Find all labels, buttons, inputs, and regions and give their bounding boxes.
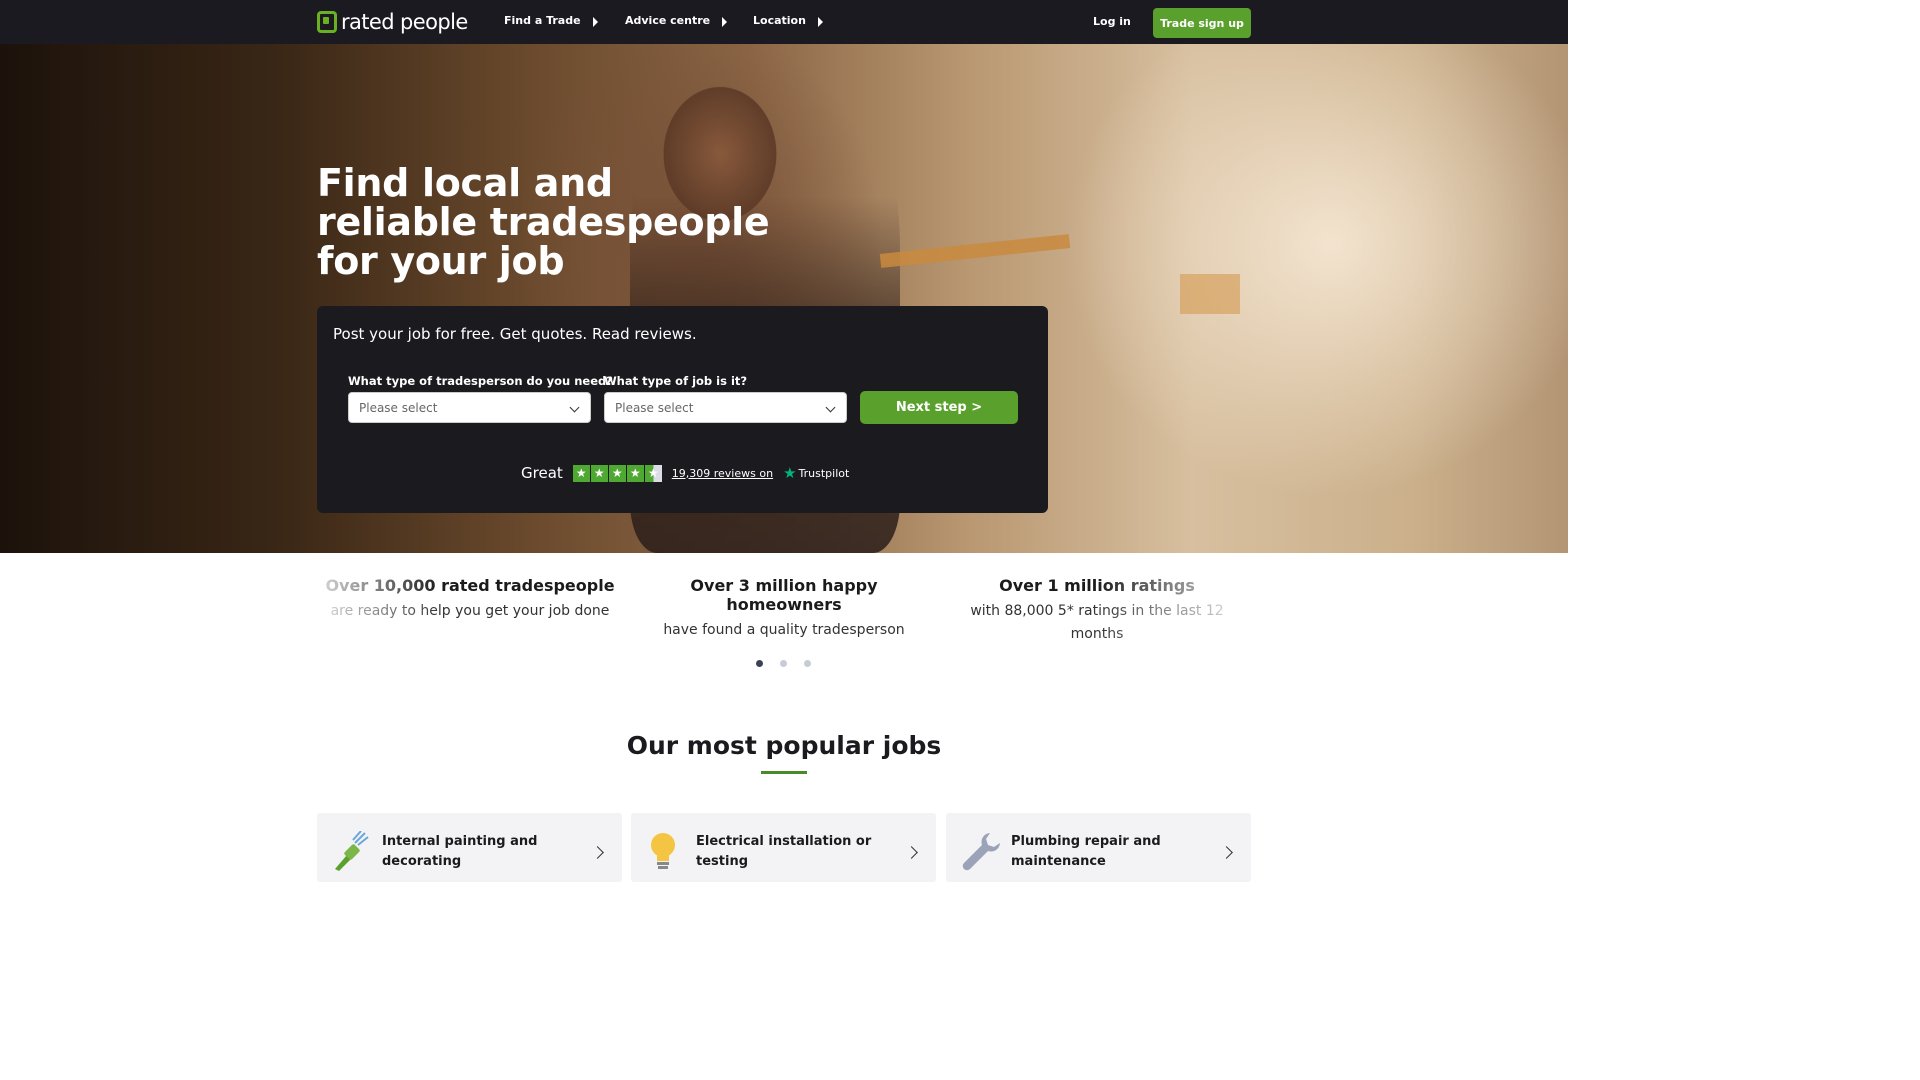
tradesperson-select-label: What type of tradesperson do you need? <box>348 374 613 388</box>
chevron-down-icon <box>825 402 836 413</box>
nav-item-label: Advice centre <box>625 14 711 27</box>
stat-heading: Over 10,000 rated tradespeople <box>325 576 615 595</box>
carousel-dot[interactable] <box>756 660 763 667</box>
trustpilot-logo[interactable]: ★ Trustpilot <box>783 464 849 482</box>
logo-mark-icon <box>317 11 337 33</box>
job-card-label: Electrical installation or testing <box>696 834 872 869</box>
carousel-dots <box>756 660 811 667</box>
job-type-select-value: Please select <box>615 400 694 415</box>
job-type-select[interactable]: Please select <box>604 392 847 423</box>
lightbulb-icon <box>651 833 675 869</box>
caret-right-icon <box>592 16 598 27</box>
nav-item-label: Location <box>753 14 806 27</box>
stat-heading: Over 3 million happy homeowners <box>690 576 878 614</box>
title-underline <box>761 771 807 774</box>
top-navigation: rated people Find a Trade Advice centre … <box>0 0 1568 44</box>
chevron-right-icon <box>1220 846 1233 859</box>
job-search-panel: Post your job for free. Get quotes. Read… <box>317 306 1048 513</box>
next-step-button[interactable]: Next step > <box>860 391 1018 424</box>
trustpilot-rating-word: Great <box>521 464 563 482</box>
half-star-icon: ★ <box>644 464 662 482</box>
stat-slide: Over 10,000 rated tradespeople are ready… <box>317 576 623 623</box>
stat-heading: Over 1 million ratings <box>999 576 1195 595</box>
nav-item-label: Find a Trade <box>504 14 581 27</box>
caret-right-icon <box>722 16 728 27</box>
login-link[interactable]: Log in <box>1093 15 1131 28</box>
star-icon: ★ <box>572 464 590 482</box>
carousel-dot[interactable] <box>780 660 787 667</box>
trustpilot-brand-name: Trustpilot <box>798 466 850 480</box>
job-card-painting[interactable]: Internal painting and decorating <box>317 813 622 882</box>
popular-jobs-title: Our most popular jobs <box>626 731 942 760</box>
tradesperson-select-value: Please select <box>359 400 438 415</box>
stat-subtext: are ready to help you get your job done <box>330 603 610 619</box>
job-card-plumbing[interactable]: Plumbing repair and maintenance <box>946 813 1251 882</box>
chevron-down-icon <box>569 402 580 413</box>
hero-section: Find local and reliable tradespeople for… <box>0 44 1568 553</box>
nav-location[interactable]: Location <box>753 14 823 27</box>
job-card-label: Plumbing repair and maintenance <box>1011 834 1161 869</box>
logo-text: rated people <box>341 10 468 34</box>
stat-subtext: with 88,000 5* ratings in the last 12 mo… <box>970 603 1224 642</box>
chevron-right-icon <box>591 846 604 859</box>
carousel-dot[interactable] <box>804 660 811 667</box>
hero-title: Find local and reliable tradespeople for… <box>317 161 770 283</box>
nav-advice-centre[interactable]: Advice centre <box>625 14 728 27</box>
hero-background-beam <box>879 234 1071 268</box>
trustpilot-rating: Great ★ ★ ★ ★ ★ 19,309 reviews on ★ Trus… <box>521 464 849 482</box>
search-panel-lead: Post your job for free. Get quotes. Read… <box>333 325 697 343</box>
nav-find-a-trade[interactable]: Find a Trade <box>504 14 598 27</box>
hero-background-detail <box>1180 274 1240 314</box>
stat-slide: Over 1 million ratings with 88,000 5* ra… <box>962 576 1232 646</box>
chevron-right-icon <box>905 846 918 859</box>
star-icon: ★ <box>590 464 608 482</box>
caret-right-icon <box>817 16 823 27</box>
stat-slide: Over 3 million happy homeowners have fou… <box>631 576 937 642</box>
star-icon: ★ <box>608 464 626 482</box>
trustpilot-star-icon: ★ <box>783 464 797 482</box>
job-card-electrical[interactable]: Electrical installation or testing <box>631 813 936 882</box>
job-type-select-label: What type of job is it? <box>604 374 748 388</box>
job-card-label: Internal painting and decorating <box>382 834 538 869</box>
stat-subtext: have found a quality tradesperson <box>663 622 905 638</box>
rated-people-logo[interactable]: rated people <box>317 9 468 35</box>
paintbrush-icon <box>335 831 369 871</box>
star-icon: ★ <box>626 464 644 482</box>
tradesperson-select[interactable]: Please select <box>348 392 591 423</box>
wrench-icon <box>962 833 1000 871</box>
trustpilot-stars: ★ ★ ★ ★ ★ <box>572 464 662 482</box>
trustpilot-reviews-link[interactable]: 19,309 reviews on <box>672 467 773 480</box>
trade-sign-up-button[interactable]: Trade sign up <box>1153 8 1251 38</box>
